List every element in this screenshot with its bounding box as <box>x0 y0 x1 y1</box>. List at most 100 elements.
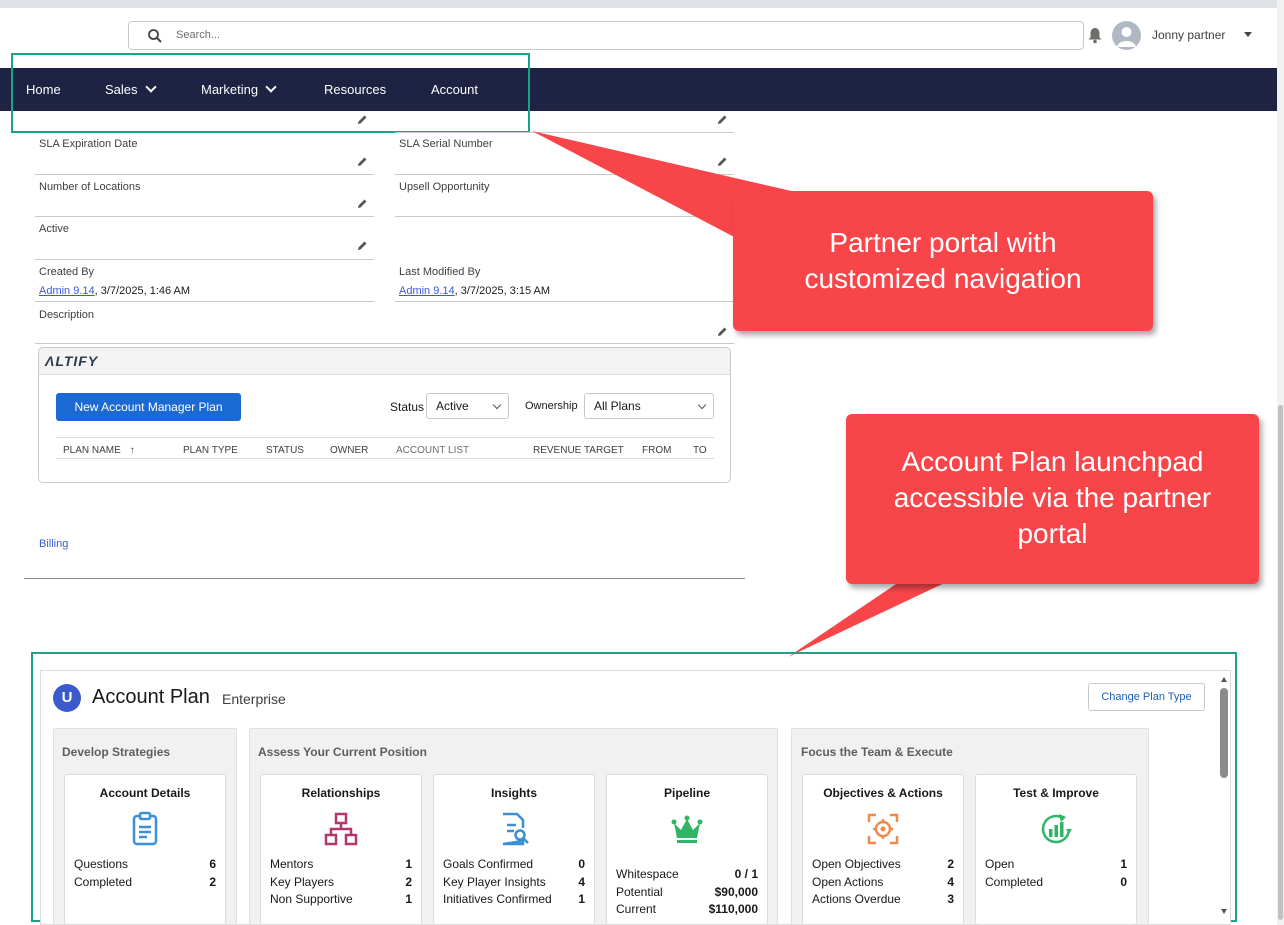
tile-title: Insights <box>490 786 537 800</box>
row-label: Completed <box>74 875 133 889</box>
column-header-revenue-target[interactable]: REVENUE TARGET <box>533 445 624 456</box>
field-label-sla-serial: SLA Serial Number <box>399 138 493 150</box>
search-placeholder: Search... <box>176 29 221 41</box>
column-header-owner[interactable]: OWNER <box>330 445 368 456</box>
search-icon <box>148 29 162 43</box>
group-title: Develop Strategies <box>62 745 171 759</box>
change-plan-type-button[interactable]: Change Plan Type <box>1088 683 1205 711</box>
created-by-user-link[interactable]: Admin 9.14 <box>39 285 95 297</box>
modified-by-value: Admin 9.14, 3/7/2025, 3:15 AM <box>399 285 550 297</box>
search-input[interactable]: Search... <box>128 21 1084 50</box>
user-name[interactable]: Jonny partner <box>1152 28 1225 42</box>
altify-card-header: ΛLTIFY <box>39 348 730 375</box>
row-value: 2 <box>947 857 954 871</box>
edit-pencil-icon[interactable] <box>717 326 728 337</box>
page-scrollbar-thumb[interactable] <box>1278 405 1283 920</box>
ownership-select-value: All Plans <box>594 399 641 413</box>
tile-objectives-actions[interactable]: Objectives & Actions Open Objectives 2 Op… <box>802 774 964 925</box>
status-select[interactable]: Active <box>426 393 509 419</box>
bell-icon[interactable] <box>1086 26 1104 44</box>
tile-row: Initiatives Confirmed 1 <box>443 892 585 908</box>
field-label-description: Description <box>39 309 95 321</box>
column-header-status[interactable]: STATUS <box>266 445 304 456</box>
tile-relationships[interactable]: Relationships Mentors 1 Key Players 2 Non … <box>260 774 422 925</box>
growth-cycle-icon <box>1041 814 1072 844</box>
account-plan-logo-icon: U <box>53 684 81 712</box>
tile-row: Actions Overdue 3 <box>812 892 954 908</box>
column-header-account-list[interactable]: ACCOUNT LIST <box>396 445 469 456</box>
row-label: Mentors <box>270 857 314 871</box>
edit-pencil-icon[interactable] <box>357 156 368 167</box>
org-chart-icon <box>324 812 358 846</box>
column-header-plan-name[interactable]: PLAN NAME ↑ <box>63 445 135 456</box>
modified-by-user-link[interactable]: Admin 9.14 <box>399 285 455 297</box>
field-label-upsell: Upsell Opportunity <box>399 181 490 193</box>
new-account-manager-plan-button[interactable]: New Account Manager Plan <box>56 393 241 421</box>
group-title: Focus the Team & Execute <box>801 745 953 759</box>
tile-account-details[interactable]: Account Details Questions 6 Completed 2 <box>64 774 226 925</box>
panel-scrollbar-thumb[interactable] <box>1220 688 1228 778</box>
tile-row: Open Objectives 2 <box>812 857 954 873</box>
edit-pencil-icon[interactable] <box>357 114 368 125</box>
browser-top-strip <box>0 0 1284 8</box>
ownership-select[interactable]: All Plans <box>584 393 714 419</box>
tile-row: Whitespace 0 / 1 <box>616 867 758 883</box>
row-value: 1 <box>405 857 412 871</box>
tile-row: Goals Confirmed 0 <box>443 857 585 873</box>
status-filter-label: Status <box>390 400 425 414</box>
tile-insights[interactable]: Insights Goals Confirmed 0 Key Player Ins… <box>433 774 595 925</box>
edit-pencil-icon[interactable] <box>357 240 368 251</box>
row-value: 4 <box>578 875 585 889</box>
field-divider <box>35 259 374 260</box>
row-value: 0 <box>1120 875 1127 889</box>
altify-logo: ΛLTIFY <box>45 353 99 369</box>
field-divider <box>35 216 374 217</box>
tile-title: Test & Improve <box>1013 786 1099 800</box>
row-label: Non Supportive <box>270 892 353 906</box>
field-label-active: Active <box>39 223 69 235</box>
sort-arrow-icon: ↑ <box>129 445 135 456</box>
column-header-to[interactable]: TO <box>693 445 707 456</box>
tile-row: Current $110,000 <box>616 902 758 918</box>
scroll-down-arrow-icon[interactable] <box>1221 909 1227 914</box>
row-label: Open <box>985 857 1015 871</box>
row-label: Current <box>616 902 657 916</box>
billing-link[interactable]: Billing <box>39 538 68 550</box>
target-icon <box>867 813 899 845</box>
field-label-modified-by: Last Modified By <box>399 266 481 278</box>
column-header-plan-type[interactable]: PLAN TYPE <box>183 445 238 456</box>
field-divider <box>35 343 734 344</box>
row-value: 1 <box>1120 857 1127 871</box>
field-divider <box>395 132 734 133</box>
edit-pencil-icon[interactable] <box>357 198 368 209</box>
field-label-sla-expiration: SLA Expiration Date <box>39 138 138 150</box>
scroll-up-arrow-icon[interactable] <box>1221 677 1227 682</box>
tile-row: Questions 6 <box>74 857 216 873</box>
document-search-icon <box>502 812 529 846</box>
row-label: Initiatives Confirmed <box>443 892 552 906</box>
tile-row: Key Players 2 <box>270 875 412 891</box>
tile-test-improve[interactable]: Test & Improve Open 1 Completed 0 <box>975 774 1137 925</box>
tile-title: Relationships <box>301 786 381 800</box>
avatar[interactable] <box>1112 21 1141 50</box>
user-menu-caret-icon[interactable] <box>1244 32 1252 37</box>
edit-pencil-icon[interactable] <box>717 114 728 125</box>
tile-row: Completed 0 <box>985 875 1127 891</box>
field-divider <box>395 174 734 175</box>
chevron-down-icon <box>697 400 707 410</box>
edit-pencil-icon[interactable] <box>717 156 728 167</box>
tile-pipeline[interactable]: Pipeline Whitespace 0 / 1 Potential $90,00… <box>606 774 768 925</box>
table-header-top-border <box>56 437 714 438</box>
field-label-created-by: Created By <box>39 266 95 278</box>
plan-callout: Account Plan launchpad accessible via th… <box>846 414 1259 584</box>
column-header-from[interactable]: FROM <box>642 445 671 456</box>
account-plan-title: Account Plan <box>92 686 210 708</box>
field-divider <box>35 301 374 302</box>
tile-row: Potential $90,000 <box>616 885 758 901</box>
field-label-locations: Number of Locations <box>39 181 141 193</box>
ownership-filter-label: Ownership <box>525 400 578 412</box>
tile-title: Account Details <box>99 786 191 800</box>
tile-title: Objectives & Actions <box>823 786 943 800</box>
row-label: Whitespace <box>616 867 679 881</box>
table-header-bottom-border <box>56 458 714 459</box>
